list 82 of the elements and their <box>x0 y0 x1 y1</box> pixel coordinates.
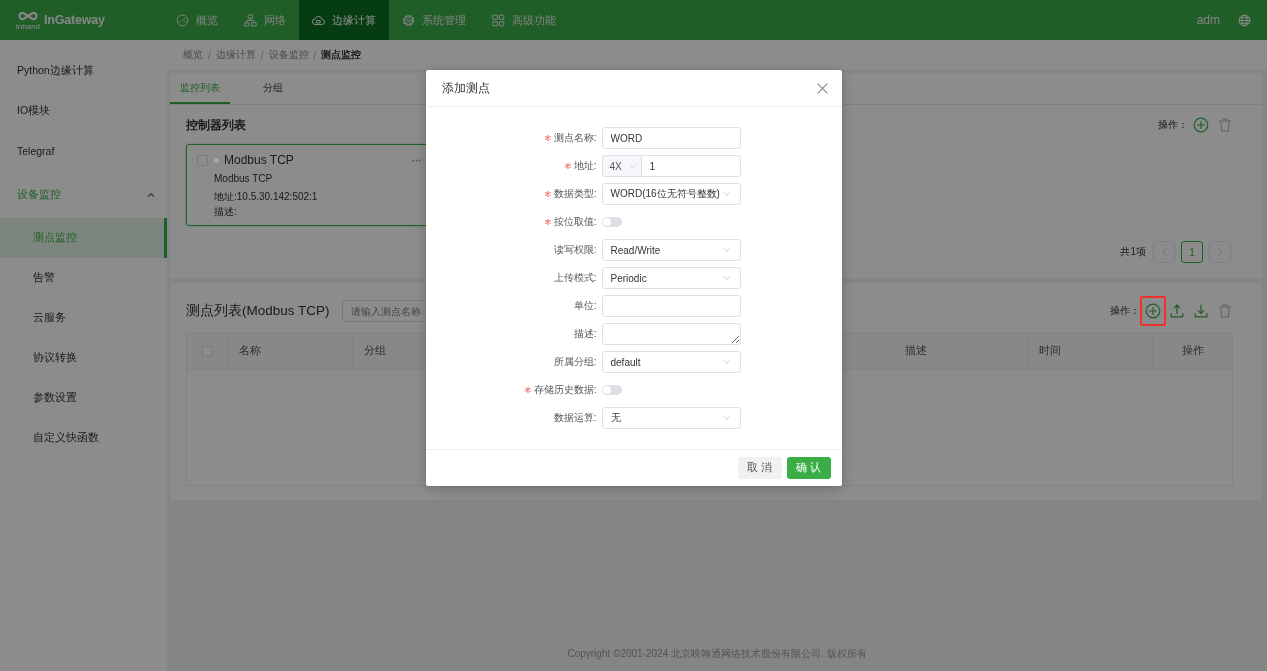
nav-tab[interactable]: 边缘计算 <box>299 0 389 40</box>
dropdown-select[interactable]: Periodic <box>601 267 741 289</box>
toggle-switch[interactable] <box>601 385 622 395</box>
breadcrumb-separator: / <box>260 49 264 61</box>
plus-circle-icon <box>1145 303 1161 319</box>
chevron-down-icon <box>722 274 731 282</box>
trash-icon <box>1217 303 1233 319</box>
sidebar-item[interactable]: IO模块 <box>0 91 167 131</box>
description-text: 描述: <box>214 206 237 218</box>
gear-icon <box>402 13 415 27</box>
sidebar-subitem[interactable]: 告警 <box>0 258 167 298</box>
sidebar-subitem[interactable]: 自定义快函数 <box>0 418 167 458</box>
column-header: 描述 <box>905 344 927 358</box>
sitemap-icon <box>244 13 257 27</box>
cancel-button[interactable]: 取 消 <box>737 457 782 479</box>
download-icon <box>1193 303 1209 319</box>
address-text: 地址:10.5.30.142:502:1 <box>214 191 318 203</box>
form-label: 描述: <box>573 327 597 341</box>
text-input[interactable]: WORD <box>601 127 741 149</box>
dropdown-select[interactable]: WORD(16位无符号整数) <box>601 183 741 205</box>
dropdown-select[interactable]: 无 <box>601 407 741 429</box>
grid-icon <box>492 13 505 27</box>
chevron-down-icon <box>628 162 636 170</box>
textarea-field[interactable] <box>601 323 741 345</box>
section-title: 测点列表(Modbus TCP) <box>186 302 330 320</box>
breadcrumb-separator: / <box>313 49 317 61</box>
column-header: 操作 <box>1182 344 1204 358</box>
cloud-icon <box>312 13 325 27</box>
sidebar-subitem[interactable]: 协议转换 <box>0 338 167 378</box>
chevron-down-icon <box>722 190 731 198</box>
sidebar-item[interactable]: Python边缘计算 <box>0 51 167 91</box>
form-label: 测点名称: <box>553 131 597 145</box>
trash-icon <box>1217 117 1233 133</box>
column-header: 名称 <box>239 344 261 358</box>
form-label: 上传模式: <box>553 271 597 285</box>
chevron-down-icon <box>722 414 731 422</box>
logo-subtext: inhand <box>16 22 41 31</box>
form-label: 读写权限: <box>553 243 597 257</box>
dropdown-select[interactable]: Read/Write <box>601 239 741 261</box>
globe-icon[interactable] <box>1238 13 1251 27</box>
tab[interactable]: 分组 <box>253 73 293 104</box>
add-button[interactable] <box>1193 117 1209 133</box>
close-icon[interactable] <box>816 82 828 94</box>
form-label: 数据类型: <box>553 187 597 201</box>
protocol-label: Modbus TCP <box>214 173 273 185</box>
total-count: 共1项 <box>1120 245 1146 259</box>
logo-text: InGateway <box>44 13 105 27</box>
upload-button[interactable] <box>1169 303 1185 319</box>
breadcrumb-link[interactable]: 设备监控 <box>268 48 309 62</box>
gauge-icon <box>176 13 189 27</box>
add-button[interactable] <box>1145 303 1161 319</box>
section-title: 控制器列表 <box>186 116 246 134</box>
prefix-select[interactable]: 4X <box>601 155 641 177</box>
actions-label: 操作： <box>1158 118 1188 132</box>
form-label: 单位: <box>573 299 597 313</box>
breadcrumb-current: 测点监控 <box>321 48 362 62</box>
upload-icon <box>1169 303 1185 319</box>
form-label: 地址: <box>573 159 597 173</box>
dropdown-select[interactable]: default <box>601 351 741 373</box>
form-label: 按位取值: <box>553 215 597 229</box>
actions-label: 操作： <box>1110 304 1140 318</box>
sidebar-item[interactable]: Telegraf <box>0 131 167 171</box>
form-label: 数据运算: <box>553 411 597 425</box>
infinity-logo-icon <box>17 9 39 22</box>
sidebar-subitem[interactable]: 云服务 <box>0 298 167 338</box>
confirm-button[interactable]: 确 认 <box>786 457 831 479</box>
sidebar-subitem[interactable]: 参数设置 <box>0 378 167 418</box>
controller-name: Modbus TCP <box>224 153 294 167</box>
chevron-down-icon <box>722 358 731 366</box>
address-input[interactable]: 1 <box>640 155 741 177</box>
download-button[interactable] <box>1193 303 1209 319</box>
more-icon[interactable] <box>412 158 421 162</box>
plus-circle-icon <box>1193 117 1209 133</box>
form-label: 存储历史数据: <box>533 383 597 397</box>
toggle-switch[interactable] <box>601 217 622 227</box>
text-input[interactable] <box>601 295 741 317</box>
chevron-down-icon <box>722 246 731 254</box>
breadcrumb-separator: / <box>208 49 211 61</box>
column-header: 分组 <box>364 344 386 358</box>
column-header: 时间 <box>1039 344 1061 358</box>
form-label: 所属分组: <box>553 355 597 369</box>
dialog-title: 添加测点 <box>441 79 490 97</box>
